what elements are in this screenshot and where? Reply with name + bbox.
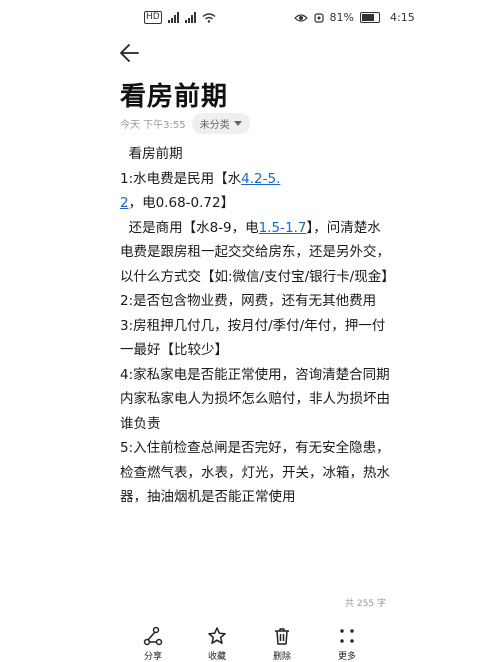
more-label: 更多 bbox=[337, 652, 356, 662]
share-icon bbox=[143, 626, 163, 646]
category-dropdown[interactable]: 未分类 bbox=[191, 113, 250, 134]
bottom-action-bar: 分享 收藏 删除 更多 bbox=[0, 620, 500, 662]
share-label: 分享 bbox=[143, 652, 162, 662]
note-text: 5:入住前检查总闸是否完好，有无安全隐患，检查燃气表，水表，灯光，开关，冰箱，热… bbox=[120, 440, 390, 505]
favorite-button[interactable]: 收藏 bbox=[197, 626, 237, 662]
note-text: 看房前期 bbox=[120, 146, 183, 162]
note-paragraph: 4:家私家电是否能正常使用，咨询清楚合同期内家私家电人为损坏怎么赔付，非人为损坏… bbox=[120, 363, 390, 437]
more-button[interactable]: 更多 bbox=[327, 626, 367, 662]
note-timestamp: 今天 下午3:55 bbox=[120, 120, 186, 131]
wifi-icon bbox=[202, 12, 216, 23]
detected-number-link[interactable]: 1.5-1.7 bbox=[259, 220, 307, 236]
clock: 4:15 bbox=[390, 11, 415, 24]
note-paragraph: 3:房租押几付几，按月付/季付/年付，押一付一最好【比较少】 bbox=[120, 314, 390, 363]
note-paragraph: 看房前期 bbox=[120, 142, 390, 167]
status-bar: HD 81% 4:15 bbox=[0, 0, 500, 36]
back-button[interactable] bbox=[118, 42, 144, 66]
delete-label: 删除 bbox=[272, 652, 291, 662]
battery-percent: 81% bbox=[329, 11, 354, 24]
note-meta: 今天 下午3:55 未分类 bbox=[120, 113, 250, 134]
hd-indicator: HD bbox=[144, 11, 162, 24]
note-text: 2:是否包含物业费，网费，还有无其他费用 bbox=[120, 293, 377, 309]
trash-icon bbox=[275, 628, 289, 645]
caret-down-icon bbox=[233, 121, 242, 126]
word-count: 共 255 字 bbox=[345, 599, 386, 609]
note-paragraph: 1:水电费是民用【水4.2-5.2，电0.68-0.72】 bbox=[120, 167, 390, 216]
cellular-signal-icon-2 bbox=[184, 12, 196, 23]
note-text: 3:房租押几付几，按月付/季付/年付，押一付一最好【比较少】 bbox=[120, 317, 386, 359]
note-text: 1:水电费是民用【水 bbox=[120, 170, 242, 187]
back-arrow-icon bbox=[120, 44, 139, 62]
favorite-label: 收藏 bbox=[207, 652, 226, 662]
note-paragraph: 5:入住前检查总闸是否完好，有无安全隐患，检查燃气表，水表，灯光，开关，冰箱，热… bbox=[120, 436, 390, 510]
share-button[interactable]: 分享 bbox=[133, 626, 173, 662]
note-text: 还是商用【水8-9，电 bbox=[120, 219, 259, 236]
battery-icon bbox=[360, 12, 380, 23]
note-body[interactable]: 看房前期 1:水电费是民用【水4.2-5.2，电0.68-0.72】 还是商用【水… bbox=[120, 142, 395, 510]
eye-icon bbox=[293, 13, 308, 22]
vibrate-icon bbox=[313, 12, 324, 23]
star-icon bbox=[208, 627, 226, 644]
note-text: 4:家私家电是否能正常使用，咨询清楚合同期内家私家电人为损坏怎么赔付，非人为损坏… bbox=[120, 366, 390, 432]
note-text: ，电0.68-0.72】 bbox=[128, 195, 235, 211]
note-paragraph: 还是商用【水8-9，电1.5-1.7】，问清楚水电费是跟房租一起交交给房东，还是… bbox=[120, 216, 395, 290]
category-label: 未分类 bbox=[199, 120, 230, 131]
more-dots-icon bbox=[340, 629, 354, 643]
delete-button[interactable]: 删除 bbox=[262, 626, 302, 662]
note-title[interactable]: 看房前期 bbox=[120, 76, 228, 113]
note-paragraph: 2:是否包含物业费，网费，还有无其他费用 bbox=[120, 289, 390, 314]
cellular-signal-icon bbox=[167, 12, 179, 23]
